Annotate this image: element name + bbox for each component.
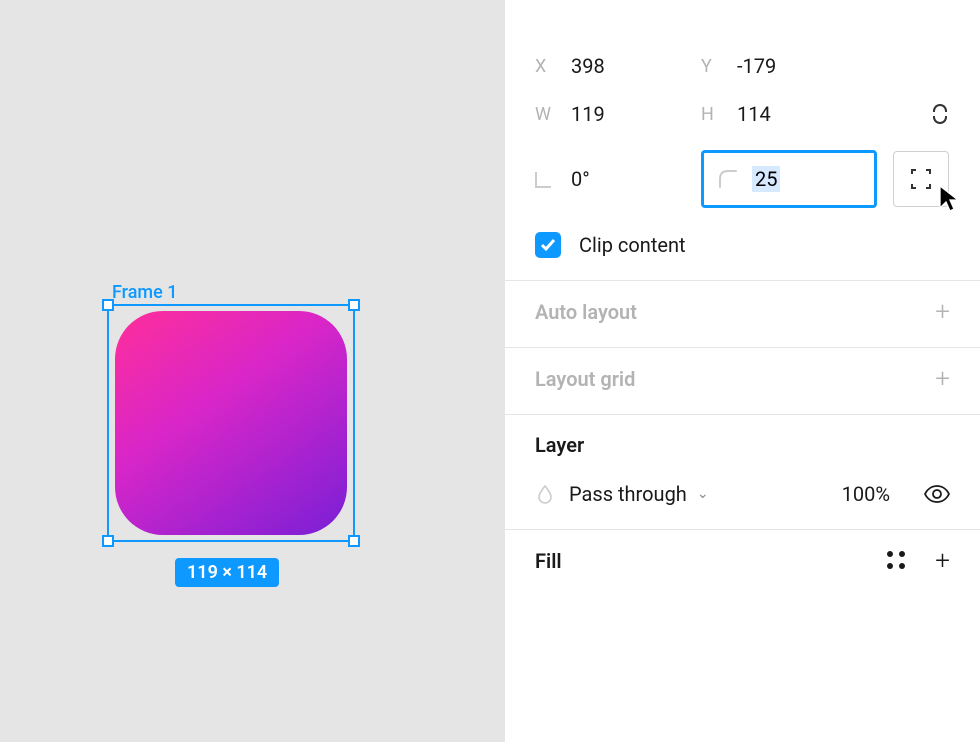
inspector-panel: X 398 Y -179 W 119 H 114 (504, 0, 980, 742)
transform-section: X 398 Y -179 W 119 H 114 (505, 36, 980, 281)
x-label: X (535, 56, 571, 77)
blend-mode-icon (535, 484, 555, 504)
opacity-input[interactable]: 100% (842, 482, 890, 506)
fill-styles-button[interactable] (887, 551, 907, 571)
layout-grid-title: Layout grid (535, 367, 635, 391)
blend-mode-select[interactable]: Pass through ⌄ (569, 482, 709, 506)
width-input[interactable]: 119 (571, 102, 701, 126)
frame-name-label[interactable]: Frame 1 (112, 282, 177, 303)
add-layout-grid-button[interactable]: + (935, 366, 950, 392)
fill-title: Fill (535, 549, 562, 573)
canvas-area[interactable]: Frame 1 119 × 114 (0, 0, 504, 742)
auto-layout-title: Auto layout (535, 300, 637, 324)
h-label: H (701, 104, 737, 125)
rotation-input[interactable]: 0° (571, 167, 701, 191)
x-input[interactable]: 398 (571, 54, 701, 78)
auto-layout-section: Auto layout + (505, 281, 980, 348)
resize-handle-bottom-left[interactable] (102, 535, 114, 547)
rotation-icon (535, 169, 571, 190)
checkmark-icon (539, 236, 557, 254)
fill-section: Fill + (505, 530, 980, 596)
add-auto-layout-button[interactable]: + (935, 299, 950, 325)
dimensions-badge: 119 × 114 (175, 558, 279, 587)
corner-radius-input[interactable]: 25 (701, 150, 877, 208)
chevron-down-icon: ⌄ (697, 486, 709, 502)
layout-grid-section: Layout grid + (505, 348, 980, 415)
constrain-proportions-toggle[interactable] (930, 104, 950, 124)
layer-title: Layer (535, 433, 584, 457)
independent-corners-icon (910, 168, 932, 190)
height-input[interactable]: 114 (737, 102, 867, 126)
resize-handle-bottom-right[interactable] (348, 535, 360, 547)
y-label: Y (701, 56, 737, 77)
w-label: W (535, 104, 571, 125)
y-input[interactable]: -179 (737, 54, 867, 78)
resize-handle-top-right[interactable] (348, 299, 360, 311)
add-fill-button[interactable]: + (935, 548, 950, 574)
blend-mode-value: Pass through (569, 482, 687, 506)
clip-content-label: Clip content (579, 233, 686, 257)
corner-radius-value: 25 (752, 166, 780, 192)
clip-content-row[interactable]: Clip content (535, 232, 950, 258)
clip-content-checkbox[interactable] (535, 232, 561, 258)
visibility-toggle-icon[interactable] (924, 481, 950, 507)
layer-section: Layer Pass through ⌄ 100% (505, 415, 980, 530)
independent-corners-button[interactable] (893, 151, 949, 207)
resize-handle-top-left[interactable] (102, 299, 114, 311)
corner-radius-icon (718, 169, 738, 189)
selection-bounds[interactable] (107, 304, 355, 542)
